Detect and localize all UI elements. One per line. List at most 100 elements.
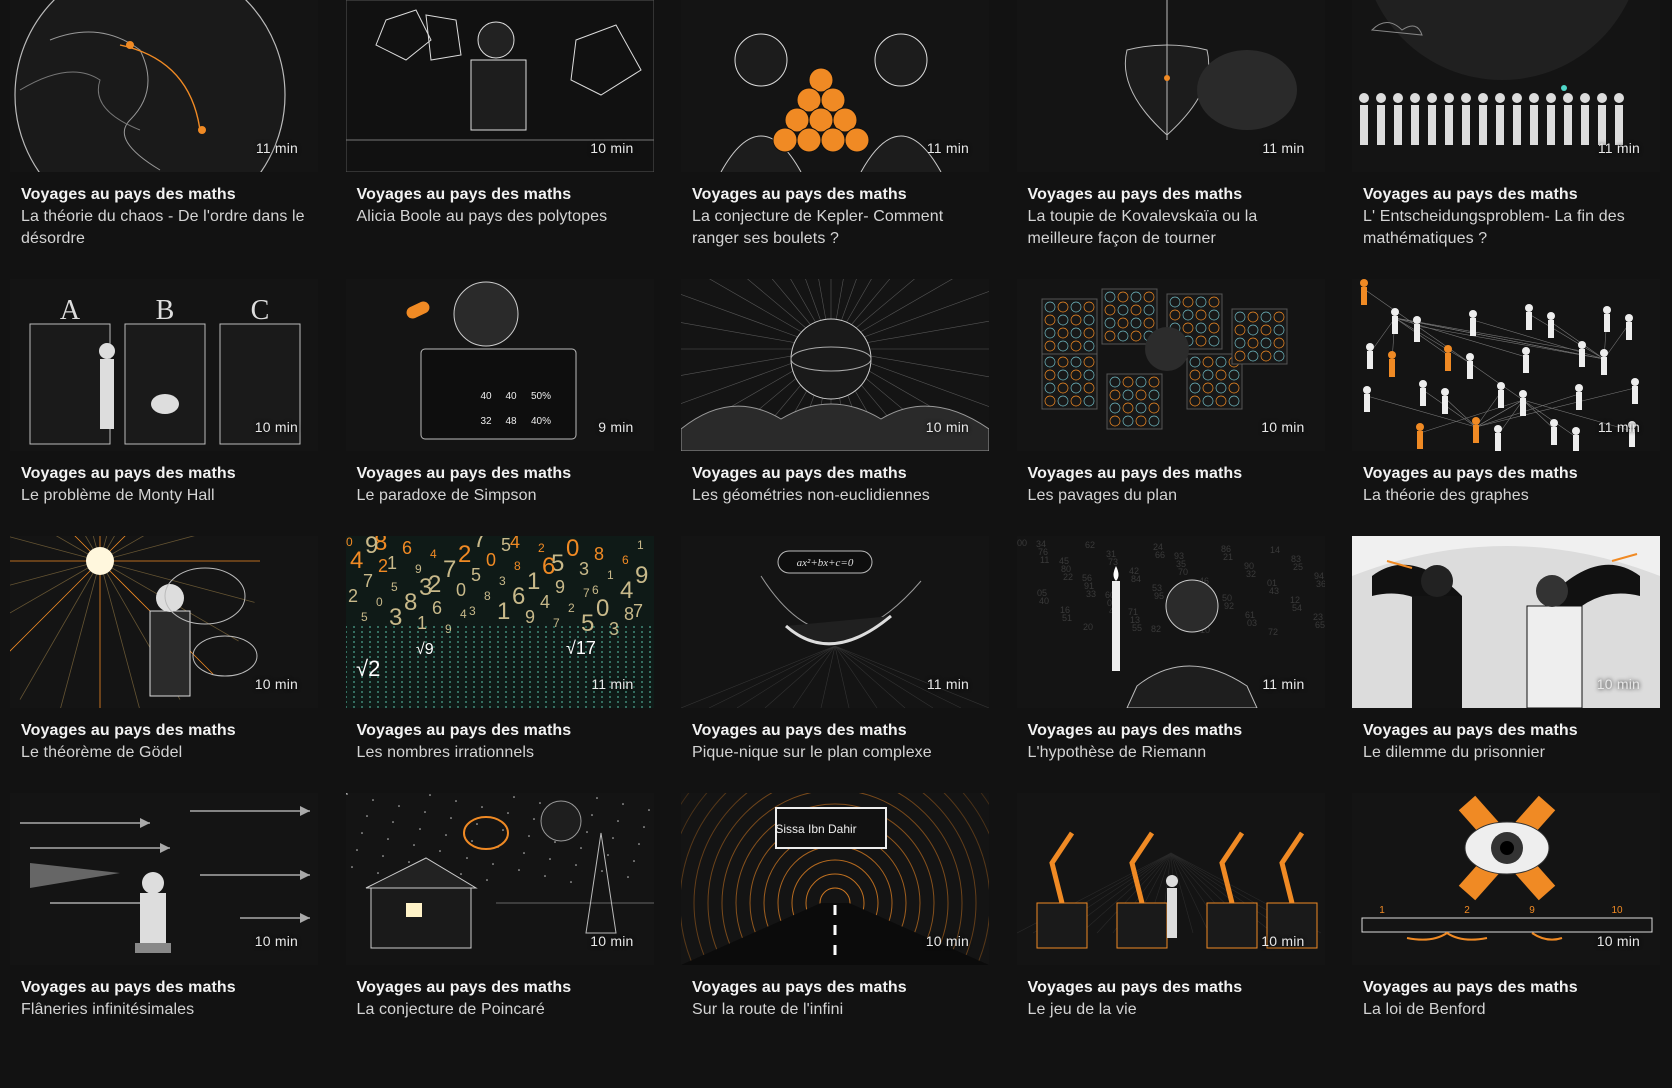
episode-title[interactable]: La théorie du chaos - De l'ordre dans le… <box>21 206 308 250</box>
episode-thumbnail[interactable]: 11 min <box>1016 0 1325 172</box>
episode-card[interactable]: 11 min Voyages au pays des maths La théori… <box>1352 279 1660 536</box>
svg-text:42: 42 <box>1129 566 1139 576</box>
episode-title[interactable]: Le dilemme du prisonnier <box>1363 742 1650 764</box>
episode-thumbnail[interactable]: 10 min <box>10 793 318 965</box>
episode-card[interactable]: Sissa Ibn Dahir 10 min Voyages au pays des… <box>681 793 989 1050</box>
episode-thumbnail[interactable]: 1 2 9 10 10 min <box>1352 793 1660 965</box>
series-title[interactable]: Voyages au pays des maths <box>21 184 308 206</box>
series-title[interactable]: Voyages au pays des maths <box>21 977 308 999</box>
episode-card[interactable]: 10 min Voyages au pays des maths Flâneries… <box>10 793 318 1050</box>
episode-thumbnail[interactable]: 10 min <box>10 536 318 708</box>
series-title[interactable]: Voyages au pays des maths <box>357 720 644 742</box>
episode-thumbnail[interactable]: 11 min <box>10 0 318 172</box>
episode-title[interactable]: Le paradoxe de Simpson <box>357 485 644 507</box>
series-title[interactable]: Voyages au pays des maths <box>692 720 979 742</box>
svg-text:1: 1 <box>637 538 644 552</box>
episode-title[interactable]: La conjecture de Kepler- Comment ranger … <box>692 206 979 250</box>
episode-card[interactable]: 10 min Voyages au pays des maths Le jeu de… <box>1016 793 1325 1050</box>
episode-meta: Voyages au pays des maths Le paradoxe de … <box>346 451 654 507</box>
episode-title[interactable]: Le théorème de Gödel <box>21 742 308 764</box>
svg-text:7: 7 <box>363 571 373 591</box>
episode-card[interactable]: 10 min Voyages au pays des maths La conjec… <box>345 793 654 1050</box>
episode-thumbnail[interactable]: 11 min <box>1352 279 1660 451</box>
episode-title[interactable]: Les nombres irrationnels <box>357 742 644 764</box>
episode-card[interactable]: 10 min Voyages au pays des maths Le dilemm… <box>1352 536 1660 793</box>
episode-thumbnail[interactable]: 0123456789012345678901234567890123456789… <box>345 536 654 708</box>
svg-text:9: 9 <box>445 622 452 636</box>
svg-text:40%: 40% <box>530 416 550 427</box>
svg-text:3: 3 <box>579 559 589 579</box>
series-title[interactable]: Voyages au pays des maths <box>692 463 979 485</box>
series-title[interactable]: Voyages au pays des maths <box>357 977 644 999</box>
episode-thumbnail[interactable]: ax²+bx+c=0 11 min <box>681 536 989 708</box>
duration-badge: 11 min <box>926 140 969 156</box>
series-title[interactable]: Voyages au pays des maths <box>21 720 308 742</box>
svg-text:2: 2 <box>378 556 388 576</box>
series-title[interactable]: Voyages au pays des maths <box>1028 720 1315 742</box>
episode-thumbnail[interactable]: 10 min <box>1352 536 1660 708</box>
svg-text:24: 24 <box>1153 542 1163 552</box>
episode-title[interactable]: L' Entscheidungsproblem- La fin des math… <box>1363 206 1650 250</box>
episode-thumbnail[interactable]: 10 min <box>681 279 989 451</box>
episode-card[interactable]: 11 min Voyages au pays des maths La toupie… <box>1016 0 1325 279</box>
episode-title[interactable]: La conjecture de Poincaré <box>357 999 644 1021</box>
episode-thumbnail[interactable]: 11 min <box>1352 0 1660 172</box>
episode-title[interactable]: Les géométries non-euclidiennes <box>692 485 979 507</box>
episode-card[interactable]: 11 min Voyages au pays des maths L' Entsch… <box>1352 0 1660 279</box>
episode-title[interactable]: Le problème de Monty Hall <box>21 485 308 507</box>
episode-thumbnail[interactable]: 11 min <box>681 0 989 172</box>
episode-meta: Voyages au pays des maths Alicia Boole au… <box>346 172 654 228</box>
episode-card[interactable]: 0123456789012345678901234567890123456789… <box>345 536 654 793</box>
series-title[interactable]: Voyages au pays des maths <box>1028 977 1315 999</box>
episode-thumbnail[interactable]: 10 min <box>1016 279 1325 451</box>
episode-thumbnail[interactable]: 10 min <box>1016 793 1325 965</box>
episode-title[interactable]: Les pavages du plan <box>1028 485 1315 507</box>
episode-card[interactable]: 10 min Voyages au pays des maths Les pavag… <box>1016 279 1325 536</box>
episode-title[interactable]: Sur la route de l'infini <box>692 999 979 1021</box>
episode-title[interactable]: Pique-nique sur le plan complexe <box>692 742 979 764</box>
episode-thumbnail[interactable]: 10 min <box>345 793 654 965</box>
series-title[interactable]: Voyages au pays des maths <box>1363 184 1650 206</box>
series-title[interactable]: Voyages au pays des maths <box>1363 463 1650 485</box>
episode-title[interactable]: La toupie de Kovalevskaïa ou la meilleur… <box>1028 206 1315 250</box>
series-title[interactable]: Voyages au pays des maths <box>1028 184 1315 206</box>
episode-title[interactable]: La loi de Benford <box>1363 999 1650 1021</box>
episode-title[interactable]: L'hypothèse de Riemann <box>1028 742 1315 764</box>
episode-card[interactable]: 11 min Voyages au pays des maths La théori… <box>10 0 318 279</box>
episode-card[interactable]: 40 40 50% 32 48 40% 9 min Voyages au pays des m… <box>345 279 654 536</box>
series-title[interactable]: Voyages au pays des maths <box>1028 463 1315 485</box>
episode-thumbnail[interactable]: 40 40 50% 32 48 40% 9 min <box>345 279 654 451</box>
episode-card[interactable]: 11 min Voyages au pays des maths La conjec… <box>681 0 989 279</box>
episode-thumbnail[interactable]: Sissa Ibn Dahir 10 min <box>681 793 989 965</box>
series-title[interactable]: Voyages au pays des maths <box>692 184 979 206</box>
episode-thumbnail[interactable]: 10 min <box>345 0 654 172</box>
series-title[interactable]: Voyages au pays des maths <box>357 463 644 485</box>
series-title[interactable]: Voyages au pays des maths <box>21 463 308 485</box>
duration-badge: 10 min <box>925 419 969 435</box>
episode-card[interactable]: A B C 10 min Voyages au pays des maths Le pro… <box>10 279 318 536</box>
episode-card[interactable]: 10 min Voyages au pays des maths Le théorè… <box>10 536 318 793</box>
svg-text:40: 40 <box>480 391 492 402</box>
svg-text:0: 0 <box>596 595 609 622</box>
episode-thumbnail[interactable]: 0011223344556670819203142536405162738495… <box>1016 536 1325 708</box>
duration-badge: 11 min <box>255 140 298 156</box>
svg-text:6: 6 <box>402 538 412 558</box>
episode-card[interactable]: 10 min Voyages au pays des maths Alicia Bo… <box>345 0 654 279</box>
episode-thumbnail[interactable]: A B C 10 min <box>10 279 318 451</box>
series-title[interactable]: Voyages au pays des maths <box>1363 720 1650 742</box>
episode-title[interactable]: Alicia Boole au pays des polytopes <box>357 206 644 228</box>
episode-title[interactable]: Flâneries infinitésimales <box>21 999 308 1021</box>
episode-title[interactable]: Le jeu de la vie <box>1028 999 1315 1021</box>
svg-text:3: 3 <box>499 574 506 588</box>
series-title[interactable]: Voyages au pays des maths <box>692 977 979 999</box>
episode-meta: Voyages au pays des maths L'hypothèse de … <box>1017 708 1325 764</box>
episode-card[interactable]: 0011223344556670819203142536405162738495… <box>1016 536 1325 793</box>
series-title[interactable]: Voyages au pays des maths <box>1363 977 1650 999</box>
episode-title[interactable]: La théorie des graphes <box>1363 485 1650 507</box>
svg-text:2: 2 <box>568 601 575 615</box>
episode-card[interactable]: ax²+bx+c=0 11 min Voyages au pays des math… <box>681 536 989 793</box>
series-title[interactable]: Voyages au pays des maths <box>357 184 644 206</box>
svg-text:Sissa Ibn Dahir: Sissa Ibn Dahir <box>775 822 856 836</box>
episode-card[interactable]: 10 min Voyages au pays des maths Les géomé… <box>681 279 989 536</box>
episode-card[interactable]: 1 2 9 10 10 min Voyages au pays des maths La l… <box>1352 793 1660 1050</box>
